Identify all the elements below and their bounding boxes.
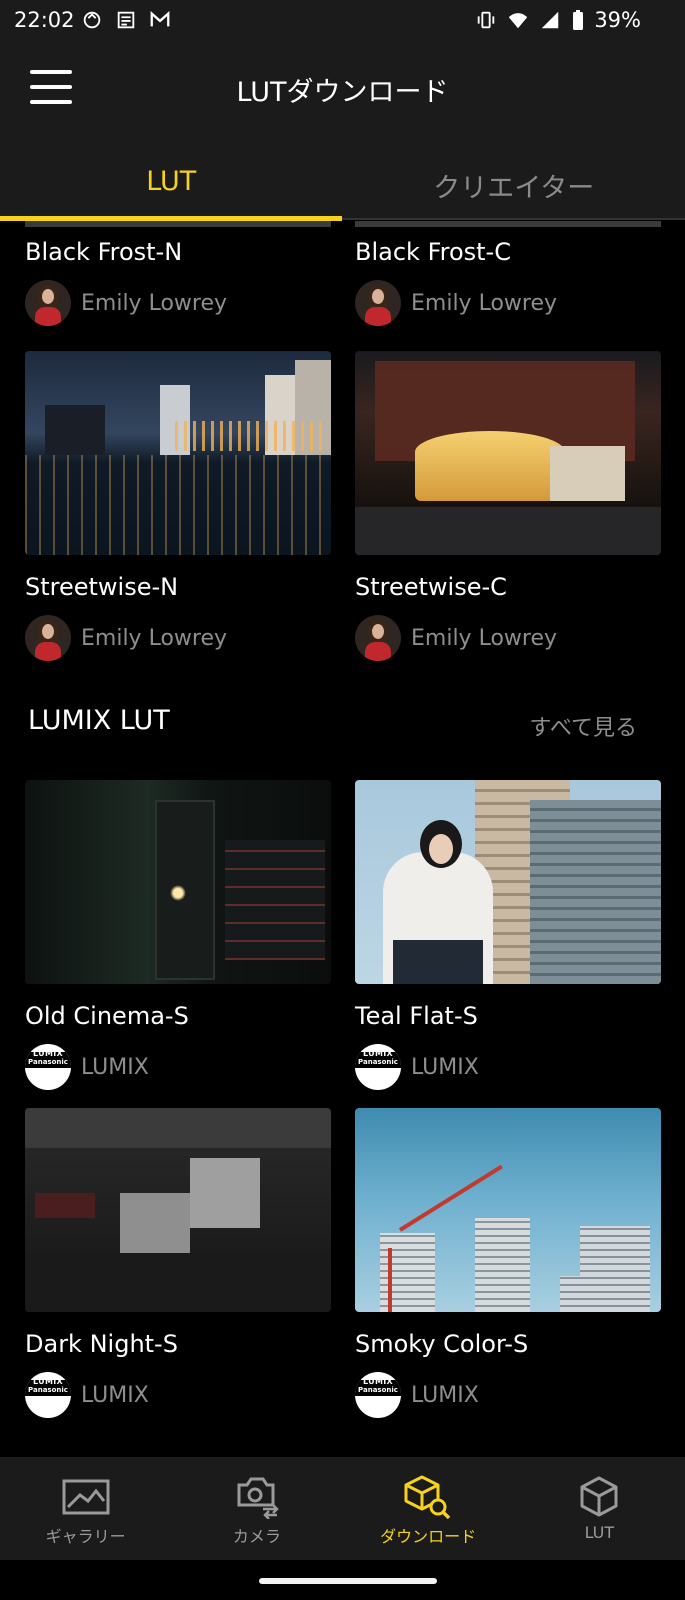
lut-thumbnail[interactable] xyxy=(25,1108,331,1312)
author-name: LUMIX xyxy=(411,1054,479,1080)
lumix-logo-avatar: LUMIX Panasonic xyxy=(25,1044,71,1090)
gallery-icon xyxy=(62,1479,110,1515)
avatar xyxy=(25,280,71,326)
avatar xyxy=(355,615,401,661)
tab-bar: LUT クリエイター xyxy=(0,134,685,220)
cube-icon xyxy=(580,1476,618,1517)
lumix-logo-avatar: LUMIX Panasonic xyxy=(355,1372,401,1418)
lut-title: Streetwise-C xyxy=(355,573,507,601)
lut-author: Emily Lowrey xyxy=(355,280,661,326)
wifi-icon xyxy=(509,13,528,29)
author-name: LUMIX xyxy=(81,1382,149,1408)
lut-thumbnail[interactable] xyxy=(25,351,331,555)
lut-card[interactable]: Streetwise-C Emily Lowrey xyxy=(355,351,661,661)
nav-label: ギャラリー xyxy=(45,1527,126,1546)
vibrate-icon xyxy=(478,11,495,29)
bottom-nav: ギャラリー カメラ ダウンロード LUT xyxy=(0,1457,685,1560)
author-name: Emily Lowrey xyxy=(81,625,228,651)
app-bar: LUTダウンロード xyxy=(0,42,685,134)
author-name: LUMIX xyxy=(81,1054,149,1080)
lut-title: Teal Flat-S xyxy=(355,1002,478,1030)
lut-author: LUMIX Panasonic LUMIX xyxy=(355,1044,661,1090)
tab-lut[interactable]: LUT xyxy=(0,134,343,220)
lumix-logo-avatar: LUMIX Panasonic xyxy=(25,1372,71,1418)
lut-card[interactable]: Dark Night-S LUMIX Panasonic LUMIX xyxy=(25,1108,331,1418)
avatar xyxy=(25,615,71,661)
page-title: LUTダウンロード xyxy=(236,77,449,108)
cube-search-icon xyxy=(404,1475,451,1519)
see-all-link[interactable]: すべて見る xyxy=(529,710,637,742)
lut-author: LUMIX Panasonic LUMIX xyxy=(25,1372,331,1418)
nav-label: LUT xyxy=(584,1523,615,1542)
battery-icon xyxy=(573,10,584,30)
lut-card[interactable]: Black Frost-N Emily Lowrey xyxy=(25,221,331,326)
camera-transfer-icon xyxy=(237,1477,279,1519)
nav-lut[interactable]: LUT xyxy=(514,1457,685,1560)
lut-card[interactable]: Black Frost-C Emily Lowrey xyxy=(355,221,661,326)
section-title: LUMIX LUT xyxy=(28,705,170,736)
lut-title: Black Frost-C xyxy=(355,238,511,266)
lut-thumbnail[interactable] xyxy=(25,780,331,984)
lut-thumbnail[interactable] xyxy=(355,1108,661,1312)
tab-creator[interactable]: クリエイター xyxy=(343,134,685,220)
nav-download[interactable]: ダウンロード xyxy=(343,1457,514,1560)
lut-card[interactable]: Old Cinema-S LUMIX Panasonic LUMIX xyxy=(25,780,331,1090)
lut-thumbnail[interactable] xyxy=(355,780,661,984)
lumix-logo-avatar: LUMIX Panasonic xyxy=(355,1044,401,1090)
mail-icon xyxy=(150,11,170,27)
author-name: Emily Lowrey xyxy=(81,290,228,316)
lut-title: Dark Night-S xyxy=(25,1330,178,1358)
lut-title: Streetwise-N xyxy=(25,573,179,601)
gesture-handle[interactable] xyxy=(259,1578,437,1584)
nav-label: ダウンロード xyxy=(380,1527,477,1546)
author-name: LUMIX xyxy=(411,1382,479,1408)
lut-author: LUMIX Panasonic LUMIX xyxy=(355,1372,661,1418)
author-name: Emily Lowrey xyxy=(411,290,558,316)
nav-label: カメラ xyxy=(232,1527,281,1546)
lut-title: Smoky Color-S xyxy=(355,1330,529,1358)
avatar xyxy=(355,280,401,326)
lut-list[interactable]: Black Frost-N Emily Lowrey Black Frost-C… xyxy=(0,221,685,1457)
sync-icon xyxy=(83,11,101,29)
news-icon xyxy=(117,11,135,29)
status-time: 22:02 xyxy=(14,8,75,32)
lut-card[interactable]: Smoky Color-S LUMIX Panasonic LUMIX xyxy=(355,1108,661,1418)
lut-title: Black Frost-N xyxy=(25,238,183,266)
status-bar: 22:02 39% xyxy=(0,0,685,42)
lut-card[interactable]: Teal Flat-S LUMIX Panasonic LUMIX xyxy=(355,780,661,1090)
nav-gallery[interactable]: ギャラリー xyxy=(0,1457,171,1560)
system-icons: 39% xyxy=(474,8,641,32)
lut-author: LUMIX Panasonic LUMIX xyxy=(25,1044,331,1090)
lut-author: Emily Lowrey xyxy=(355,615,661,661)
lut-title: Old Cinema-S xyxy=(25,1002,189,1030)
lut-card[interactable]: Streetwise-N Emily Lowrey xyxy=(25,351,331,661)
author-name: Emily Lowrey xyxy=(411,625,558,651)
signal-icon xyxy=(542,11,559,29)
lut-author: Emily Lowrey xyxy=(25,280,331,326)
battery-level: 39% xyxy=(594,8,641,32)
lut-thumbnail[interactable] xyxy=(355,351,661,555)
notification-icons xyxy=(80,9,172,31)
tab-divider xyxy=(342,218,685,220)
nav-camera[interactable]: カメラ xyxy=(171,1457,342,1560)
lut-author: Emily Lowrey xyxy=(25,615,331,661)
